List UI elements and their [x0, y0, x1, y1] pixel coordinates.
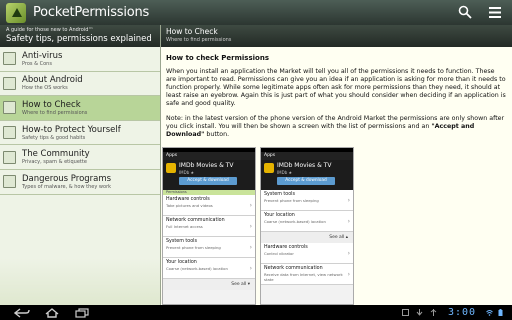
chevron-right-icon: › [249, 223, 252, 230]
nav-item-desc: Safety tips & good habits [22, 134, 86, 141]
left-panel-empty-area [0, 201, 160, 305]
nav-item-label: How-to Protect Yourself [22, 124, 121, 135]
recent-apps-icon[interactable] [74, 307, 90, 318]
see-all-link: See all ▾ [163, 279, 255, 290]
system-navigation-bar: 3:00 [0, 305, 512, 320]
notification-icon[interactable] [402, 309, 409, 316]
nav-item-label: About Android [22, 75, 83, 86]
permission-row: Network communication Full Internet acce… [163, 216, 255, 237]
nav-item-desc: How the OS works [22, 85, 68, 92]
article-body: How to check Permissions When you instal… [161, 47, 512, 139]
permission-row: System tools Prevent phone from sleeping… [261, 190, 353, 211]
action-bar: PocketPermissions [0, 0, 512, 25]
market-screenshot-left: Apps IMDb Movies & TV IMDb ★ Accept & do… [162, 147, 256, 305]
article-note: Note: in the latest version of the phone… [166, 115, 505, 138]
app-name: IMDb Movies & TV [277, 162, 332, 169]
nav-item-dangerous-programs[interactable]: Dangerous Programs Types of malware, & h… [0, 170, 160, 195]
topic-list: Anti-virus Pros & Cons About Android How… [0, 47, 160, 195]
overflow-menu-icon[interactable] [488, 6, 502, 19]
permission-row: Your location Coarse (network-based) loc… [163, 258, 255, 279]
chevron-right-icon: › [347, 271, 350, 278]
imdb-logo-icon [166, 163, 176, 173]
article-heading: How to check Permissions [166, 54, 270, 62]
permission-row: Hardware controls Control vibrator › [261, 243, 353, 264]
nav-item-desc: Where to find permissions [22, 109, 88, 116]
content-header-subtitle: Where to find permissions [166, 37, 232, 43]
nav-checkbox-icon [3, 126, 16, 140]
left-header-subtitle: A guide for those new to Android™ [6, 27, 94, 33]
nav-item-how-to-protect[interactable]: How-to Protect Yourself Safety tips & go… [0, 121, 160, 146]
app-publisher: IMDb ★ [179, 170, 195, 175]
chevron-right-icon: › [249, 202, 252, 209]
app-card: IMDb Movies & TV IMDb ★ Accept & downloa… [261, 160, 353, 190]
chevron-right-icon: › [347, 218, 350, 225]
back-icon[interactable] [14, 307, 30, 318]
nav-item-label: Anti-virus [22, 50, 63, 61]
permission-row: Hardware controls Take pictures and vide… [163, 195, 255, 216]
permission-row: Your location Coarse (network-based) loc… [261, 211, 353, 232]
home-icon[interactable] [44, 307, 60, 318]
permission-row: Network communication Receive data from … [261, 264, 353, 285]
nav-item-desc: Pros & Cons [22, 60, 52, 67]
permission-row: System tools Prevent phone from sleeping… [163, 237, 255, 258]
chevron-right-icon: › [347, 197, 350, 204]
chevron-right-icon: › [249, 265, 252, 272]
download-icon[interactable] [416, 309, 423, 316]
nav-item-label: Dangerous Programs [22, 173, 112, 184]
left-header-title: Safety tips, permissions explained [6, 34, 152, 44]
nav-item-desc: Privacy, spam & etiquette [22, 159, 87, 166]
nav-item-label: How to Check [22, 99, 81, 110]
apps-bar: Apps [261, 152, 353, 160]
clock[interactable]: 3:00 [448, 307, 476, 318]
app-title: PocketPermissions [33, 5, 150, 20]
chevron-right-icon: › [347, 250, 350, 257]
market-screenshot-right: Apps IMDb Movies & TV IMDb ★ Accept & do… [260, 147, 354, 305]
nav-checkbox-icon [3, 76, 16, 90]
app-name: IMDb Movies & TV [179, 162, 234, 169]
nav-item-anti-virus[interactable]: Anti-virus Pros & Cons [0, 47, 160, 72]
apps-bar: Apps [163, 152, 255, 160]
accept-download-button: Accept & download [277, 177, 335, 185]
see-all-link: See all ▴ [261, 232, 353, 243]
nav-item-how-to-check[interactable]: How to Check Where to find permissions [0, 96, 160, 121]
chevron-right-icon: › [249, 244, 252, 251]
market-screenshots: Apps IMDb Movies & TV IMDb ★ Accept & do… [162, 147, 358, 305]
accept-download-button: Accept & download [179, 177, 237, 185]
nav-checkbox-icon [3, 52, 16, 66]
battery-icon [498, 309, 503, 316]
search-icon[interactable] [458, 5, 472, 19]
nav-item-the-community[interactable]: The Community Privacy, spam & etiquette [0, 145, 160, 170]
article-paragraph: When you install an application the Mark… [166, 68, 506, 107]
nav-item-desc: Types of malware, & how they work [22, 183, 112, 190]
left-header: A guide for those new to Android™ Safety… [0, 25, 160, 47]
nav-item-about-android[interactable]: About Android How the OS works [0, 72, 160, 97]
app-logo-icon[interactable] [6, 2, 26, 23]
app-publisher: IMDb ★ [277, 170, 293, 175]
left-panel: A guide for those new to Android™ Safety… [0, 25, 160, 305]
nav-checkbox-icon [3, 175, 16, 189]
content-header: How to Check Where to find permissions [161, 25, 512, 47]
nav-checkbox-icon [3, 150, 16, 164]
app-card: IMDb Movies & TV IMDb ★ Accept & downloa… [163, 160, 255, 190]
nav-item-label: The Community [22, 149, 90, 160]
nav-checkbox-icon [3, 101, 16, 115]
wifi-icon [486, 310, 493, 316]
imdb-logo-icon [264, 163, 274, 173]
content-header-title: How to Check [166, 27, 218, 36]
usb-icon [430, 309, 437, 316]
